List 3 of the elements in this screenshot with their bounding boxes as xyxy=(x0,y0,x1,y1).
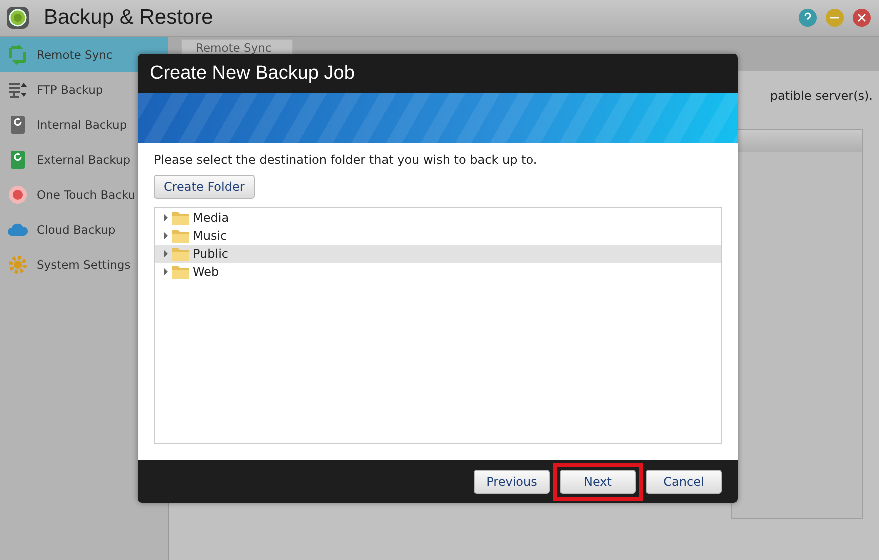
description-text: patible server(s). xyxy=(770,89,873,103)
window-title: Backup & Restore xyxy=(44,6,214,30)
instruction-text: Please select the destination folder that you wish to back up to. xyxy=(154,153,538,167)
